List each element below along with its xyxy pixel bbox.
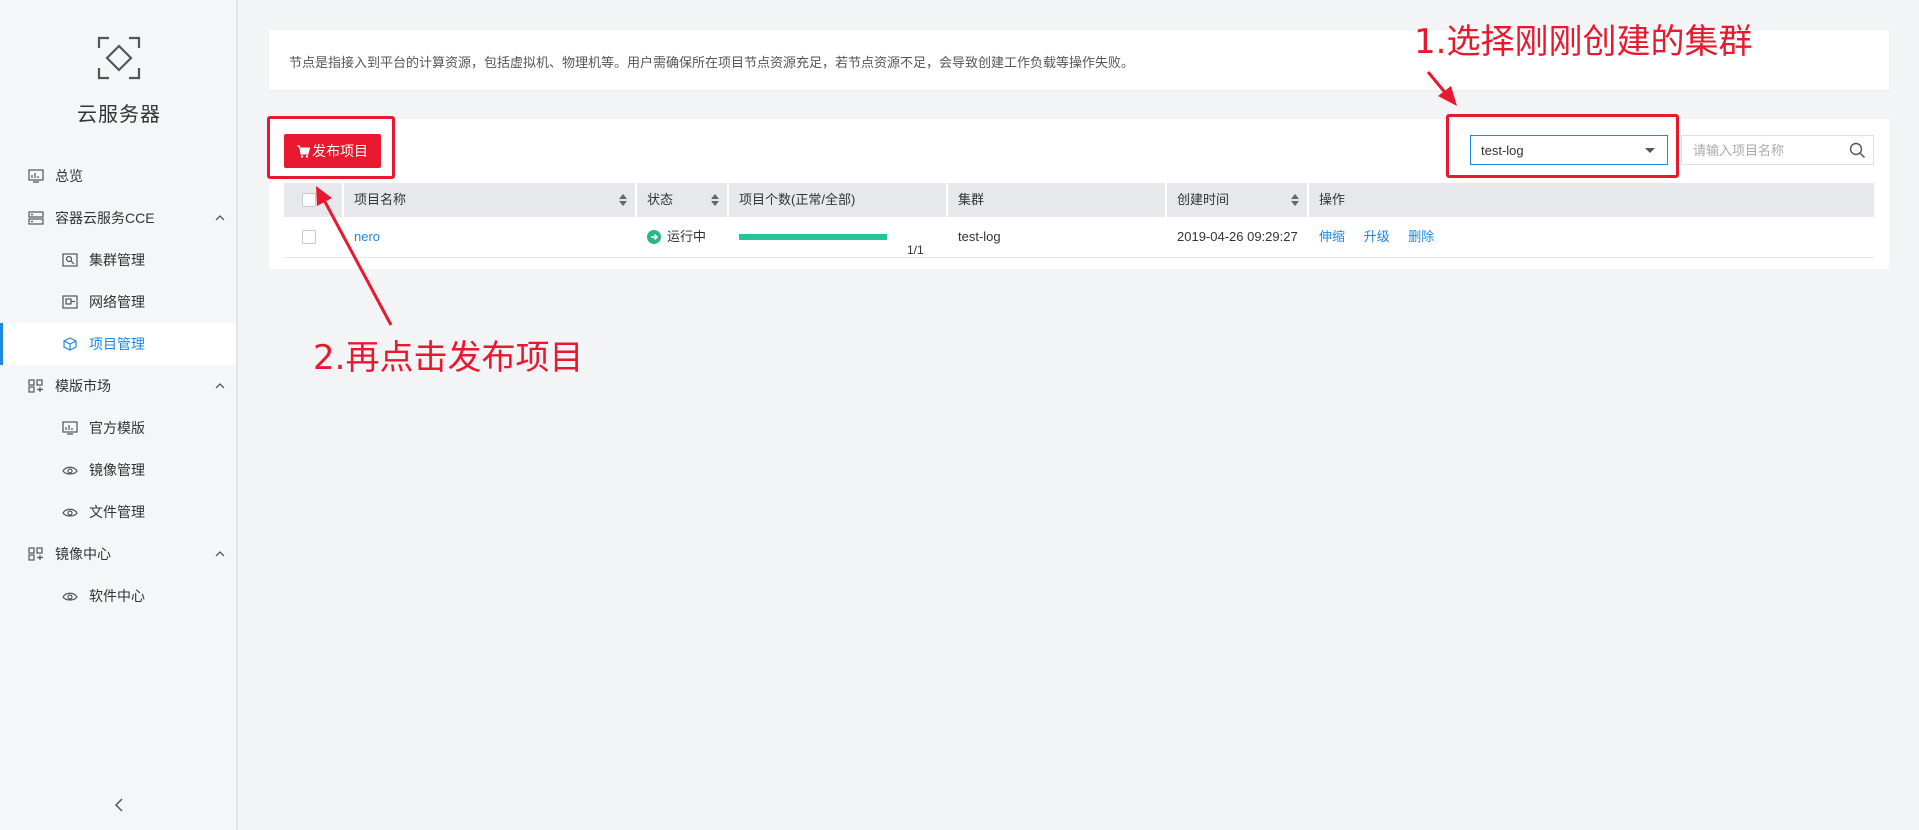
running-status-icon — [647, 229, 661, 244]
cluster-search-icon — [62, 253, 78, 267]
td-cluster: test-log — [949, 217, 1167, 257]
status-text: 运行中 — [667, 229, 707, 244]
sidebar-item-file-management[interactable]: 文件管理 — [0, 491, 236, 533]
progress-fill — [739, 234, 887, 240]
monitor-chart-icon — [28, 169, 44, 183]
network-icon — [62, 295, 78, 309]
sidebar-item-label: 镜像中心 — [55, 546, 111, 562]
sidebar-item-label: 软件中心 — [89, 588, 145, 604]
table-header: 项目名称 状态 项目个数(正常/全部) 集群 创建时间 操作 — [284, 183, 1874, 217]
sidebar-group-image-center[interactable]: 镜像中心 — [0, 533, 236, 575]
sidebar-item-cluster-management[interactable]: 集群管理 — [0, 239, 236, 281]
sidebar-item-label: 项目管理 — [89, 336, 145, 352]
td-actions: 伸缩 升级 删除 — [1310, 217, 1874, 257]
scale-action-link[interactable]: 伸缩 — [1319, 229, 1345, 244]
th-select — [284, 183, 344, 217]
eye-image-icon — [62, 592, 78, 601]
sidebar-item-label: 文件管理 — [89, 504, 145, 520]
th-cluster: 集群 — [949, 183, 1167, 217]
th-actions: 操作 — [1310, 183, 1874, 217]
project-table: 项目名称 状态 项目个数(正常/全部) 集群 创建时间 操作 nero 运行中 … — [284, 183, 1874, 258]
collapse-sidebar-icon[interactable] — [111, 797, 127, 813]
eye-image-icon — [62, 508, 78, 517]
project-count-progress: 1/1 — [739, 234, 924, 257]
select-all-checkbox[interactable] — [302, 193, 316, 207]
eye-image-icon — [62, 466, 78, 475]
sidebar-item-label: 网络管理 — [89, 294, 145, 310]
annotation-step2-text: 2.再点击发布项目 — [313, 338, 584, 378]
notice-text: 节点是指接入到平台的计算资源，包括虚拟机、物理机等。用户需确保所在项目节点资源充… — [289, 55, 1135, 70]
delete-action-link[interactable]: 删除 — [1408, 229, 1434, 244]
chevron-up-icon[interactable] — [214, 380, 226, 392]
sidebar-group-template-market[interactable]: 模版市场 — [0, 365, 236, 407]
sidebar-nav: 总览 容器云服务CCE 集群管理 网络管理 项目管理 模版市场 官方模版 镜像管… — [0, 155, 236, 617]
th-project-name: 项目名称 — [345, 183, 637, 217]
annotation-box-cluster — [1446, 114, 1679, 178]
column-header: 集群 — [958, 192, 985, 207]
sidebar: 云服务器 总览 容器云服务CCE 集群管理 网络管理 项目管理 模版市场 官方模… — [0, 0, 238, 830]
td-select — [284, 217, 344, 257]
server-stack-icon — [28, 211, 44, 225]
project-search-input[interactable] — [1691, 142, 1845, 159]
sidebar-item-label: 模版市场 — [55, 378, 111, 394]
sidebar-item-label: 容器云服务CCE — [55, 210, 155, 226]
column-header: 项目个数(正常/全部) — [739, 192, 856, 207]
cube-project-icon — [63, 337, 77, 351]
chevron-up-icon[interactable] — [214, 212, 226, 224]
sidebar-group-cce[interactable]: 容器云服务CCE — [0, 197, 236, 239]
sidebar-item-label: 集群管理 — [89, 252, 145, 268]
created-time: 2019-04-26 09:29:27 — [1177, 229, 1298, 244]
cluster-name: test-log — [958, 229, 1001, 244]
project-count-ratio: 1/1 — [907, 243, 924, 257]
sort-icon[interactable] — [619, 194, 627, 206]
td-status: 运行中 — [638, 217, 729, 257]
th-status: 状态 — [638, 183, 729, 217]
sort-icon[interactable] — [1291, 194, 1299, 206]
sidebar-item-image-management[interactable]: 镜像管理 — [0, 449, 236, 491]
sidebar-item-network-management[interactable]: 网络管理 — [0, 281, 236, 323]
sidebar-item-label: 官方模版 — [89, 420, 145, 436]
grid-apps-icon — [28, 379, 43, 393]
sidebar-item-project-management[interactable]: 项目管理 — [0, 323, 236, 365]
sidebar-item-software-center[interactable]: 软件中心 — [0, 575, 236, 617]
row-checkbox[interactable] — [302, 230, 316, 244]
sort-icon[interactable] — [711, 194, 719, 206]
app-logo-icon — [97, 36, 141, 80]
td-project-count: 1/1 — [730, 217, 948, 257]
project-search-box — [1681, 135, 1874, 165]
monitor-chart-icon — [62, 421, 78, 435]
th-project-count: 项目个数(正常/全部) — [730, 183, 948, 217]
project-name-link[interactable]: nero — [354, 229, 380, 244]
column-header: 操作 — [1319, 192, 1346, 207]
column-header: 状态 — [647, 192, 674, 207]
table-row: nero 运行中 1/1 test-log 2019-04-26 09:29:2… — [284, 217, 1874, 258]
td-project-name: nero — [345, 217, 637, 257]
sidebar-item-label: 镜像管理 — [89, 462, 145, 478]
td-created-time: 2019-04-26 09:29:27 — [1168, 217, 1309, 257]
th-created-time: 创建时间 — [1168, 183, 1309, 217]
annotation-step1-text: 1.选择刚刚创建的集群 — [1414, 22, 1753, 62]
sidebar-item-official-templates[interactable]: 官方模版 — [0, 407, 236, 449]
sidebar-item-label: 总览 — [55, 168, 83, 184]
annotation-box-publish — [267, 116, 395, 179]
sidebar-item-overview[interactable]: 总览 — [0, 155, 236, 197]
search-icon[interactable] — [1849, 142, 1866, 159]
chevron-up-icon[interactable] — [214, 548, 226, 560]
column-header: 项目名称 — [354, 192, 407, 207]
grid-apps-icon — [28, 547, 43, 561]
app-title: 云服务器 — [77, 104, 161, 126]
column-header: 创建时间 — [1177, 192, 1230, 207]
upgrade-action-link[interactable]: 升级 — [1364, 229, 1390, 244]
